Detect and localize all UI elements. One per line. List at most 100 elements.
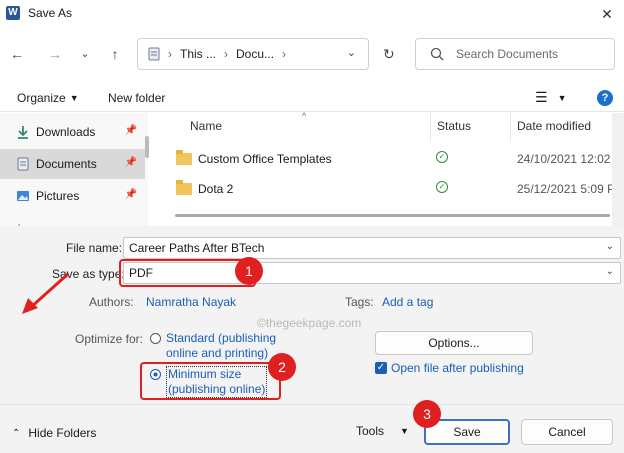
optimize-label: Optimize for: — [75, 332, 144, 346]
chevron-right-icon: › — [224, 47, 229, 61]
document-icon — [17, 157, 29, 171]
chevron-right-icon: › — [168, 47, 172, 61]
download-icon — [18, 126, 28, 139]
column-divider[interactable] — [430, 113, 431, 141]
help-icon: ? — [601, 92, 609, 104]
standard-line-2: online and printing) — [166, 346, 269, 360]
file-name-value: Career Paths After BTech — [129, 241, 265, 255]
address-bar[interactable]: › This ... › Docu... › ⌄ — [137, 38, 369, 70]
hide-folders-label: Hide Folders — [28, 426, 97, 440]
authors-label: Authors: — [89, 295, 134, 309]
forward-button[interactable]: → — [44, 43, 66, 65]
caret-down-icon: ▼ — [557, 92, 567, 103]
pin-icon: 📌 — [124, 189, 137, 200]
file-date: 25/12/2021 5:09 PI — [517, 182, 619, 196]
word-app-icon: W — [6, 6, 20, 20]
file-name: Custom Office Templates — [198, 152, 332, 166]
column-divider[interactable] — [510, 113, 511, 141]
chevron-down-icon: ⌄ — [605, 241, 614, 252]
step-badge-2: 2 — [268, 353, 296, 381]
folder-icon — [176, 150, 192, 165]
horizontal-scrollbar-thumb[interactable] — [175, 214, 610, 217]
file-name-input[interactable]: Career Paths After BTech ⌄ — [123, 237, 621, 259]
authors-value[interactable]: Namratha Nayak — [146, 295, 236, 309]
folder-icon — [176, 180, 192, 195]
annotation-arrow-icon — [22, 272, 70, 314]
organize-button[interactable]: Organize ▼ — [17, 91, 79, 105]
sidebar-scrollbar[interactable] — [145, 136, 149, 158]
refresh-icon: ↻ — [383, 46, 395, 62]
view-options-button[interactable]: ☰ ▼ — [535, 89, 566, 106]
tools-button[interactable]: Tools ▼ — [356, 424, 409, 438]
refresh-button[interactable]: ↻ — [383, 46, 395, 63]
window-title: Save As — [28, 6, 73, 20]
sidebar-item-label: Downloads — [36, 125, 96, 139]
minimum-line-2: (publishing online) — [168, 382, 266, 396]
options-button[interactable]: Options... — [375, 331, 533, 355]
pictures-icon — [17, 191, 29, 201]
sort-up-icon: ^ — [302, 111, 307, 121]
sidebar-item-partial[interactable]: ♪ — [0, 213, 145, 226]
search-placeholder: Search Documents — [456, 47, 559, 61]
close-button[interactable]: ✕ — [596, 4, 618, 24]
close-icon: ✕ — [601, 6, 613, 22]
standard-line-1: Standard (publishing — [166, 331, 277, 345]
sidebar-item-downloads[interactable]: Downloads 📌 — [0, 117, 145, 147]
file-list: ^ Name Status Date modified Custom Offic… — [158, 111, 621, 226]
table-row[interactable]: Dota 2 ✓ 25/12/2021 5:09 PI — [158, 175, 618, 205]
column-header-date[interactable]: Date modified — [517, 119, 591, 133]
add-tag-link[interactable]: Add a tag — [382, 295, 433, 309]
pin-icon: 📌 — [124, 125, 137, 136]
up-arrow-icon: ↑ — [111, 46, 119, 62]
file-list-scrollbar[interactable] — [612, 113, 624, 226]
sidebar-item-pictures[interactable]: Pictures 📌 — [0, 181, 145, 211]
pin-icon: 📌 — [124, 157, 137, 168]
radio-standard-label[interactable]: Standard (publishing online and printing… — [166, 331, 276, 361]
back-button[interactable]: ← — [6, 43, 28, 65]
back-arrow-icon: ← — [10, 46, 24, 62]
dialog-footer: ⌃ Hide Folders Tools ▼ Save Cancel 3 — [0, 400, 624, 453]
open-after-label[interactable]: Open file after publishing — [391, 361, 524, 375]
tags-label: Tags: — [345, 295, 374, 309]
sidebar-item-documents[interactable]: Documents 📌 — [0, 149, 145, 179]
search-box[interactable]: Search Documents — [415, 38, 615, 70]
radio-minimum-size-label[interactable]: Minimum size (publishing online) — [166, 366, 268, 398]
cancel-button[interactable]: Cancel — [521, 419, 613, 445]
column-header-status[interactable]: Status — [437, 119, 471, 133]
command-bar: Organize ▼ New folder ☰ ▼ ? — [0, 84, 624, 112]
radio-minimum-size[interactable] — [150, 369, 161, 380]
new-folder-button[interactable]: New folder — [108, 91, 165, 105]
navigation-pane: Downloads 📌 Documents 📌 Pictures 📌 ♪ — [0, 113, 148, 226]
breadcrumb-documents[interactable]: Docu... — [236, 47, 274, 61]
chevron-down-icon: ⌄ — [80, 48, 90, 60]
tools-label: Tools — [356, 424, 385, 438]
watermark-text: ©thegeekpage.com — [257, 316, 362, 330]
step-badge-3: 3 — [413, 400, 441, 428]
help-button[interactable]: ? — [597, 90, 613, 106]
breadcrumb-this-pc[interactable]: This ... — [180, 47, 216, 61]
up-folder-button[interactable]: ↑ — [104, 43, 126, 65]
new-folder-label: New folder — [108, 91, 166, 105]
table-row[interactable]: Custom Office Templates ✓ 24/10/2021 12:… — [158, 145, 621, 175]
chevron-right-icon: › — [282, 47, 287, 61]
title-bar: W Save As ✕ — [0, 0, 624, 28]
sync-status-icon: ✓ — [436, 181, 448, 193]
minimum-line-1: Minimum size — [168, 367, 242, 381]
caret-down-icon: ▼ — [69, 93, 79, 103]
column-header-name[interactable]: Name — [190, 119, 222, 133]
hide-folders-button[interactable]: ⌃ Hide Folders — [12, 426, 96, 440]
document-icon — [148, 47, 160, 61]
radio-standard[interactable] — [150, 333, 161, 344]
open-after-checkbox[interactable]: ✓ — [375, 362, 387, 374]
recent-locations-button[interactable]: ⌄ — [74, 43, 96, 65]
address-dropdown-icon[interactable]: ⌄ — [347, 46, 356, 59]
file-name-label: File name: — [66, 241, 123, 255]
chevron-up-icon: ⌃ — [12, 427, 21, 439]
sync-status-icon: ✓ — [436, 151, 448, 163]
list-view-icon: ☰ — [535, 89, 548, 105]
step-badge-1: 1 — [235, 257, 263, 285]
chevron-down-icon: ⌄ — [605, 266, 614, 277]
organize-label: Organize — [17, 91, 66, 105]
sidebar-item-label: Pictures — [36, 189, 80, 203]
forward-arrow-icon: → — [48, 46, 62, 62]
